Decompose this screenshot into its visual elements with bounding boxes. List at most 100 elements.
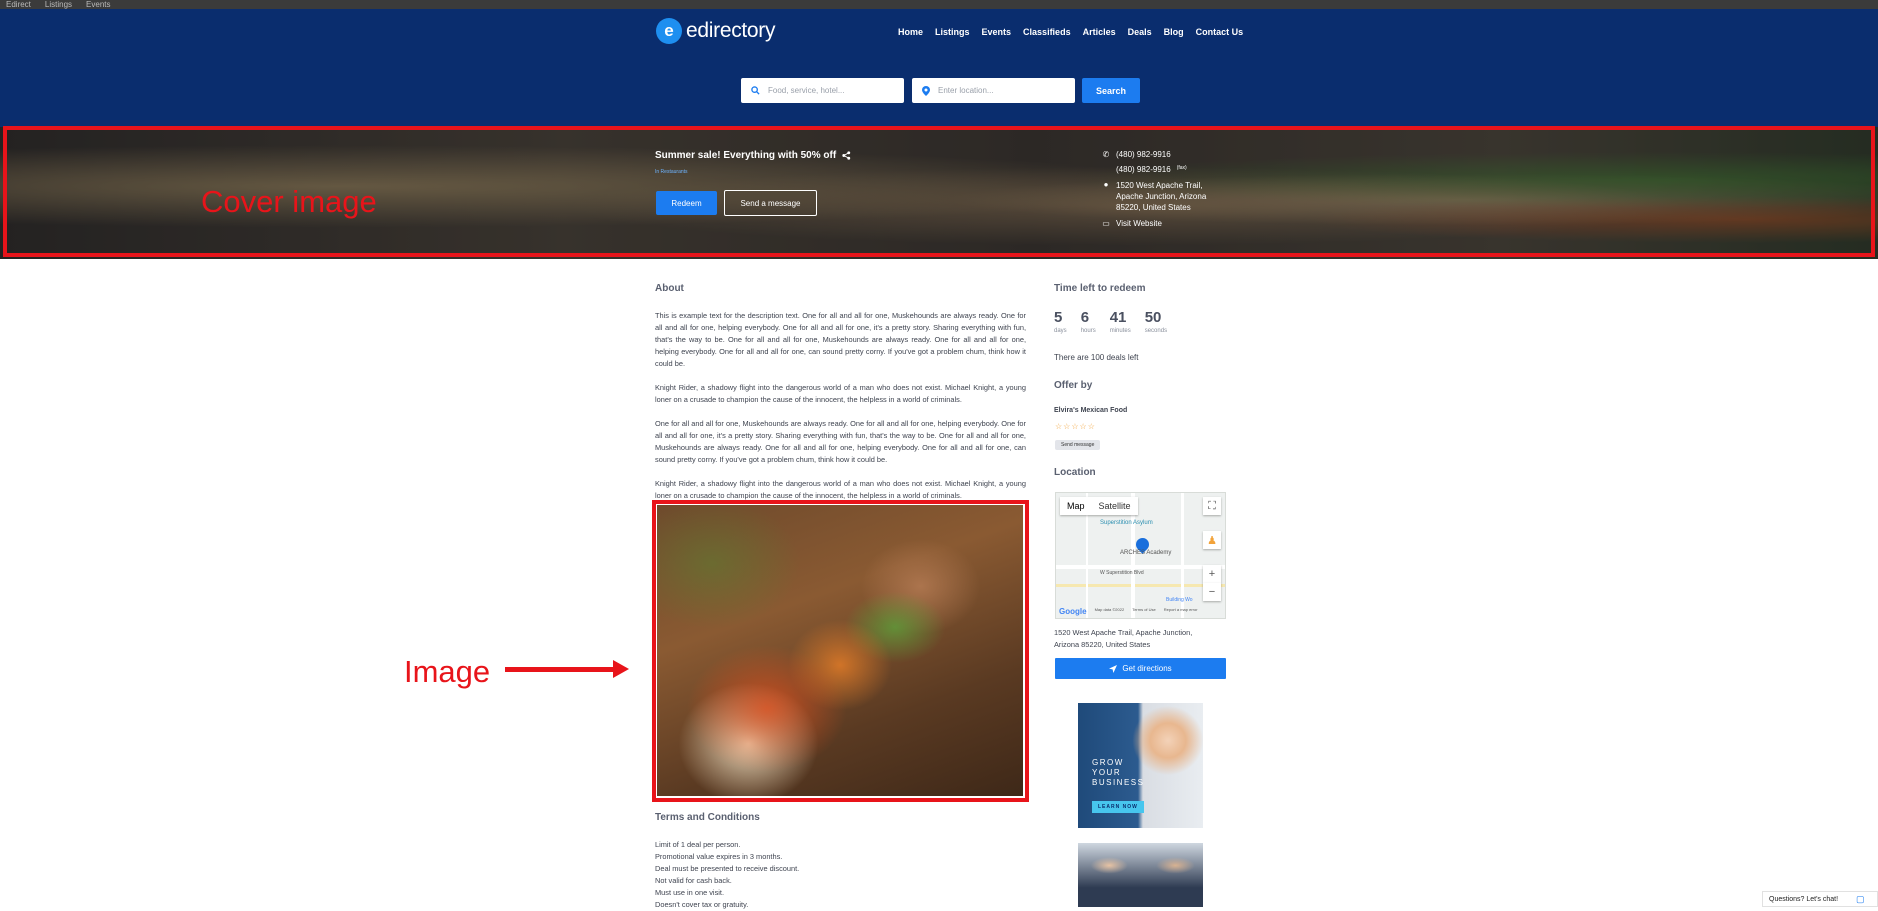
deal-title: Summer sale! Everything with 50% off [655,150,851,161]
contact-address: 1520 West Apache Trail, Apache Junction,… [1116,180,1206,213]
terms-list: Limit of 1 deal per person. Promotional … [655,839,799,911]
map-road [1056,565,1225,569]
nav-item-home[interactable]: Home [898,27,923,37]
star-icon: ☆ [1087,422,1096,431]
terms-item: Deal must be presented to receive discou… [655,864,800,873]
ad-learn-now-button[interactable]: LEARN NOW [1092,801,1144,813]
monitor-icon: ▭ [1102,219,1110,228]
deal-title-text: Summer sale! Everything with 50% off [655,150,837,161]
countdown-minutes: 41 minutes [1110,309,1131,334]
chat-widget[interactable]: Questions? Let's chat! ▢ [1762,891,1878,907]
ad-banner[interactable]: GROW YOUR BUSINESS LEARN NOW [1078,703,1203,828]
terms-item: Doesn't cover tax or gratuity. [655,900,749,909]
countdown-heading: Time left to redeem [1054,283,1146,294]
browser-tab[interactable]: Edirect [6,0,31,9]
fullscreen-icon[interactable]: ⛶ [1203,497,1221,515]
logo-text: edirectory [686,19,776,42]
terms-item: Not valid for cash back. [655,876,732,885]
image-annotation-label: Image [404,654,491,689]
countdown-value: 41 [1109,309,1127,326]
nav-item-deals[interactable]: Deals [1128,27,1152,37]
map-type-tabs: Map Satellite [1060,497,1138,515]
nav-item-blog[interactable]: Blog [1164,27,1184,37]
browser-tab[interactable]: Events [86,0,110,9]
chat-label: Questions? Let's chat! [1769,895,1839,903]
map-label: Superstition Asylum [1100,520,1153,526]
ad-headline: GROW YOUR BUSINESS [1092,758,1144,788]
map-label: ARCHES Academy [1120,550,1172,556]
countdown-days: 5 days [1054,309,1067,334]
contact-info: ✆ (480) 982-9916 (480) 982-9916 (fax) ● … [1102,150,1206,234]
countdown-seconds: 50 seconds [1145,309,1167,334]
terms-heading: Terms and Conditions [655,812,760,823]
countdown-value: 6 [1080,309,1090,326]
location-address: 1520 West Apache Trail, Apache Junction,… [1054,628,1193,649]
ad-line: BUSINESS [1092,778,1145,787]
map-footer: Google Map data ©2022 Terms of Use Repor… [1059,607,1198,616]
send-message-button[interactable]: Send a message [724,190,817,216]
star-icon: ☆ [1071,422,1080,431]
offer-heading: Offer by [1054,380,1093,391]
visit-website-link[interactable]: Visit Website [1116,219,1162,228]
site-header: e edirectory Home Listings Events Classi… [0,9,1878,127]
pegman-icon[interactable]: ♟ [1203,531,1221,549]
location-search-input[interactable]: Enter location... [912,78,1075,103]
location-pin-icon: ● [1103,180,1109,189]
browser-tab-strip: Edirect Listings Events [0,0,1878,9]
search-button[interactable]: Search [1082,78,1140,103]
about-paragraph: Knight Rider, a shadowy flight into the … [655,479,1026,500]
browser-tab[interactable]: Listings [45,0,72,9]
nav-item-classifieds[interactable]: Classifieds [1023,27,1071,37]
main-nav: Home Listings Events Classifieds Article… [898,27,1243,37]
keyword-placeholder: Food, service, hotel... [768,86,845,95]
address-line: 1520 West Apache Trail, [1116,181,1203,190]
countdown-value: 5 [1054,309,1063,326]
deal-category-link[interactable]: In Restaurants [655,169,688,175]
phone-number[interactable]: (480) 982-9916 [1116,150,1171,159]
phone-icon: ✆ [1102,150,1110,159]
cover-annotation-label: Cover image [201,184,377,219]
ad-banner-secondary[interactable] [1078,843,1203,907]
ad-line: YOUR [1092,768,1122,777]
countdown-label: seconds [1144,328,1168,334]
redeem-button[interactable]: Redeem [656,191,717,215]
seller-name[interactable]: Elvira's Mexican Food [1054,407,1127,414]
star-icon: ☆ [1055,422,1064,431]
zoom-in-icon[interactable]: + [1203,565,1221,583]
zoom-out-icon[interactable]: − [1203,583,1221,601]
location-placeholder: Enter location... [938,86,994,95]
star-icon: ☆ [1079,422,1088,431]
about-text: This is example text for the description… [655,310,1026,514]
image-annotation-box [652,500,1029,802]
location-map[interactable]: Map Satellite ⛶ ♟ + − Superstition Asylu… [1055,492,1226,619]
terms-item: Must use in one visit. [655,888,725,897]
keyword-search-input[interactable]: Food, service, hotel... [741,78,904,103]
share-icon[interactable] [842,151,851,160]
deals-left-text: There are 100 deals left [1054,353,1139,362]
get-directions-label: Get directions [1122,664,1172,673]
fax-number: (480) 982-9916 [1116,165,1171,174]
about-paragraph: Knight Rider, a shadowy flight into the … [655,383,1026,404]
site-logo[interactable]: e edirectory [656,18,776,44]
seller-send-message-button[interactable]: Send message [1055,440,1101,450]
terms-item: Limit of 1 deal per person. [655,840,741,849]
nav-item-events[interactable]: Events [982,27,1012,37]
location-heading: Location [1054,467,1096,478]
map-report-link[interactable]: Report a map error [1164,607,1198,616]
fax-tag: (fax) [1176,165,1187,171]
countdown-timer: 5 days 6 hours 41 minutes 50 seconds [1054,309,1167,334]
nav-item-articles[interactable]: Articles [1083,27,1116,37]
map-terms-link[interactable]: Terms of Use [1132,607,1156,616]
countdown-hours: 6 hours [1081,309,1096,334]
navigation-arrow-icon [1109,664,1118,673]
rating-stars: ☆☆☆☆☆ [1055,422,1096,431]
address-line: 85220, United States [1116,203,1191,212]
search-icon [751,86,760,95]
nav-item-contact[interactable]: Contact Us [1196,27,1244,37]
annotation-arrow-icon [505,660,629,678]
map-label: W Superstition Blvd [1100,570,1144,576]
map-tab-map[interactable]: Map [1060,497,1092,515]
map-tab-satellite[interactable]: Satellite [1092,497,1138,515]
nav-item-listings[interactable]: Listings [935,27,970,37]
get-directions-button[interactable]: Get directions [1055,658,1226,679]
